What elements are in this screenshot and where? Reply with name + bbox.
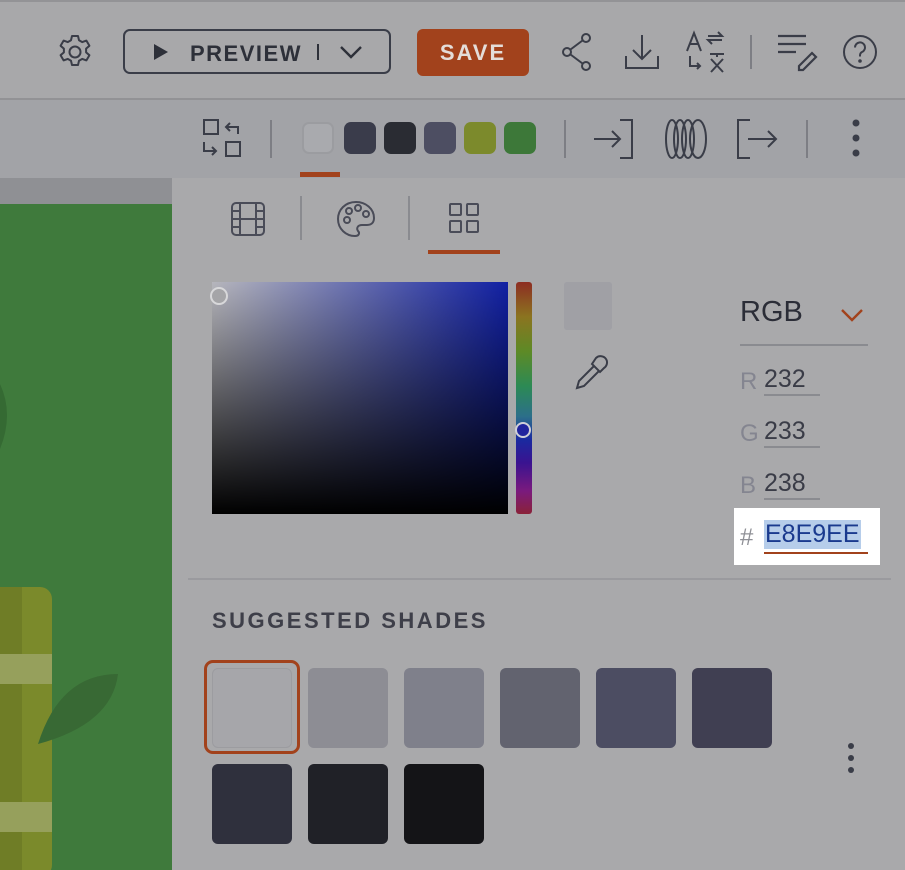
color-mode-select[interactable]: RGB (740, 288, 868, 346)
hue-slider[interactable] (515, 282, 532, 514)
tab-divider (300, 196, 302, 240)
chevron-down-icon[interactable] (339, 44, 363, 65)
hue-handle[interactable] (515, 422, 531, 438)
toolbar-swatch[interactable] (344, 122, 376, 154)
color-picker-panel: RGB R 232 G 233 B 238 # E8E9EE SUGGESTED… (172, 178, 905, 870)
preview-button[interactable]: PREVIEW (123, 29, 391, 74)
export-icon[interactable] (736, 118, 782, 160)
shade-swatch[interactable] (212, 668, 292, 748)
layout-swap-icon[interactable] (202, 118, 244, 160)
shade-swatch[interactable] (404, 764, 484, 844)
more-vertical-icon[interactable] (850, 118, 862, 158)
active-swatch-indicator (300, 172, 340, 177)
toolbar-divider (270, 120, 272, 158)
green-channel-label: G (740, 420, 759, 447)
tab-divider (408, 196, 410, 240)
import-icon[interactable] (590, 118, 636, 160)
hex-input-value[interactable]: E8E9EE (764, 520, 861, 549)
help-icon[interactable] (842, 34, 878, 70)
hex-input-field[interactable]: # E8E9EE (734, 508, 880, 565)
toolbar-divider (806, 120, 808, 158)
layers-icon[interactable] (662, 118, 710, 160)
eyedropper-icon[interactable] (574, 354, 610, 392)
grid-icon[interactable] (448, 202, 480, 234)
shade-swatch[interactable] (308, 668, 388, 748)
secondary-toolbar (0, 100, 905, 178)
suggested-shades-title: SUGGESTED SHADES (212, 608, 488, 633)
current-color-preview (564, 282, 612, 330)
red-channel-input[interactable]: 232 (764, 362, 820, 396)
translate-icon[interactable] (684, 30, 728, 74)
edit-list-icon[interactable] (776, 32, 818, 72)
header-divider (750, 35, 752, 69)
shade-swatch[interactable] (308, 764, 388, 844)
more-vertical-icon[interactable] (845, 742, 857, 774)
preview-label: PREVIEW (190, 41, 302, 66)
shade-swatch[interactable] (692, 668, 772, 748)
gear-icon[interactable] (56, 33, 94, 71)
save-button[interactable]: SAVE (417, 29, 529, 76)
saturation-handle[interactable] (210, 287, 228, 305)
toolbar-swatch[interactable] (464, 122, 496, 154)
color-mode-value: RGB (740, 296, 803, 328)
shade-swatch[interactable] (596, 668, 676, 748)
shade-swatch[interactable] (500, 668, 580, 748)
hex-prefix: # (740, 524, 754, 551)
preview-divider (317, 44, 319, 60)
active-tab-indicator (428, 250, 500, 254)
blue-channel-label: B (740, 472, 757, 499)
toolbar-swatch[interactable] (384, 122, 416, 154)
toolbar-swatch[interactable] (424, 122, 456, 154)
shade-swatch[interactable] (212, 764, 292, 844)
palette-icon[interactable] (336, 200, 376, 238)
share-icon[interactable] (560, 32, 594, 72)
toolbar-swatch[interactable] (302, 122, 334, 154)
saturation-value-picker[interactable] (210, 282, 508, 514)
hex-input[interactable]: E8E9EE (764, 518, 868, 554)
toolbar-divider (564, 120, 566, 158)
toolbar-shadow (0, 178, 172, 204)
shade-swatch[interactable] (404, 668, 484, 748)
red-channel-label: R (740, 368, 758, 395)
chevron-down-icon (840, 308, 864, 327)
green-channel-input[interactable]: 233 (764, 414, 820, 448)
film-grid-icon[interactable] (230, 201, 266, 237)
download-icon[interactable] (622, 32, 662, 72)
top-header-bar: PREVIEW SAVE (0, 0, 905, 99)
play-icon (152, 43, 170, 66)
blue-channel-input[interactable]: 238 (764, 466, 820, 500)
design-canvas[interactable] (0, 204, 172, 870)
toolbar-swatch[interactable] (504, 122, 536, 154)
section-divider (188, 578, 891, 580)
